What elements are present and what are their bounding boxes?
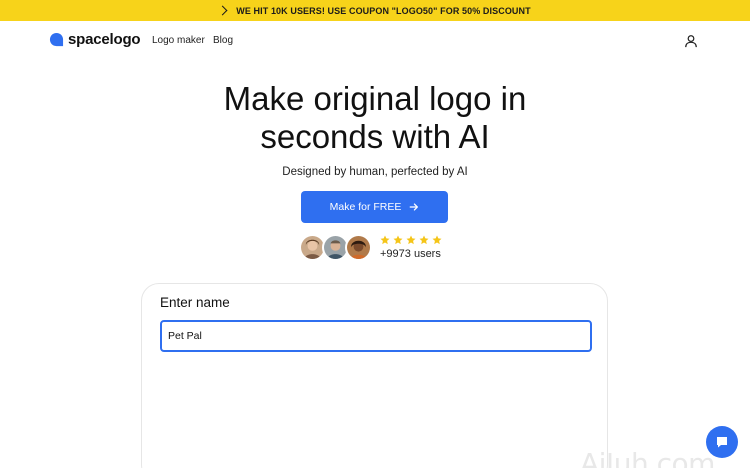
logo-generator-card: Enter name — [141, 283, 608, 468]
watermark: AiJuh.com — [580, 447, 715, 468]
chevron-right-icon — [217, 5, 228, 16]
avatar — [345, 234, 372, 261]
hero-title: Make original logo in seconds with AI — [0, 80, 750, 156]
star-icon — [432, 235, 442, 245]
users-count: +9973 users — [380, 248, 441, 260]
nav-link-logo-maker[interactable]: Logo maker — [152, 35, 205, 46]
star-icon — [419, 235, 429, 245]
star-icon — [406, 235, 416, 245]
brand-logo[interactable]: spacelogo — [49, 31, 141, 48]
user-avatars — [299, 234, 377, 262]
arrow-right-icon — [410, 203, 419, 211]
logo-mark-icon — [49, 32, 64, 47]
top-navigation: spacelogo Logo maker Blog — [0, 21, 750, 61]
promo-banner[interactable]: WE HIT 10K USERS! USE COUPON "LOGO50" FO… — [0, 0, 750, 21]
nav-link-blog[interactable]: Blog — [213, 35, 233, 46]
make-for-free-button[interactable]: Make for FREE — [301, 191, 448, 223]
enter-name-title: Enter name — [160, 295, 230, 310]
brand-name: spacelogo — [68, 31, 141, 48]
promo-banner-text: WE HIT 10K USERS! USE COUPON "LOGO50" FO… — [236, 5, 531, 16]
star-icon — [393, 235, 403, 245]
hero-subtitle: Designed by human, perfected by AI — [282, 166, 468, 178]
hero-title-line-1: Make original logo in — [223, 80, 527, 117]
make-for-free-label: Make for FREE — [329, 201, 402, 213]
hero-title-line-2: seconds with AI — [260, 118, 490, 155]
chat-icon — [717, 437, 727, 448]
star-icon — [380, 235, 390, 245]
rating-stars — [380, 235, 442, 245]
chat-button[interactable] — [706, 426, 738, 458]
user-icon[interactable] — [684, 34, 698, 48]
name-input[interactable] — [160, 320, 592, 352]
